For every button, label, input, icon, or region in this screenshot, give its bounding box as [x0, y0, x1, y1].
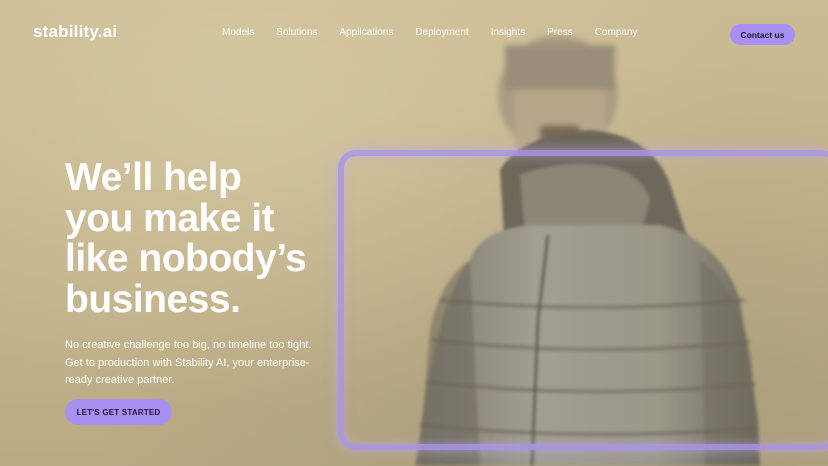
nav-item-models[interactable]: Models [222, 27, 254, 38]
nav-item-applications[interactable]: Applications [339, 27, 393, 38]
headline-line: business. [65, 277, 241, 321]
nav-item-insights[interactable]: Insights [491, 27, 525, 38]
hero-glow-frame [338, 150, 828, 450]
stability-logo[interactable]: stability.ai [33, 22, 117, 42]
top-navigation: stability.ai Models Solutions Applicatio… [0, 0, 828, 66]
nav-item-company[interactable]: Company [595, 27, 638, 38]
nav-item-press[interactable]: Press [547, 27, 573, 38]
subtext-line: Get to production with Stability AI, you… [65, 356, 310, 369]
hero-subtext: No creative challenge too big, no timeli… [65, 337, 335, 390]
hero-headline: We’ll help you make it like nobody’s bus… [65, 156, 365, 321]
get-started-button[interactable]: LET'S GET STARTED [65, 399, 172, 425]
headline-line: like nobody’s [65, 237, 307, 280]
subtext-line: ready creative partner. [65, 374, 175, 386]
nav-item-deployment[interactable]: Deployment [415, 27, 468, 38]
subtext-line: No creative challenge too big, no timeli… [65, 339, 312, 351]
headline-line: We’ll help [65, 156, 242, 199]
contact-us-button[interactable]: Contact us [730, 24, 795, 45]
nav-menu: Models Solutions Applications Deployment… [222, 27, 660, 38]
headline-line: you make it [65, 196, 275, 240]
nav-item-solutions[interactable]: Solutions [276, 27, 317, 38]
